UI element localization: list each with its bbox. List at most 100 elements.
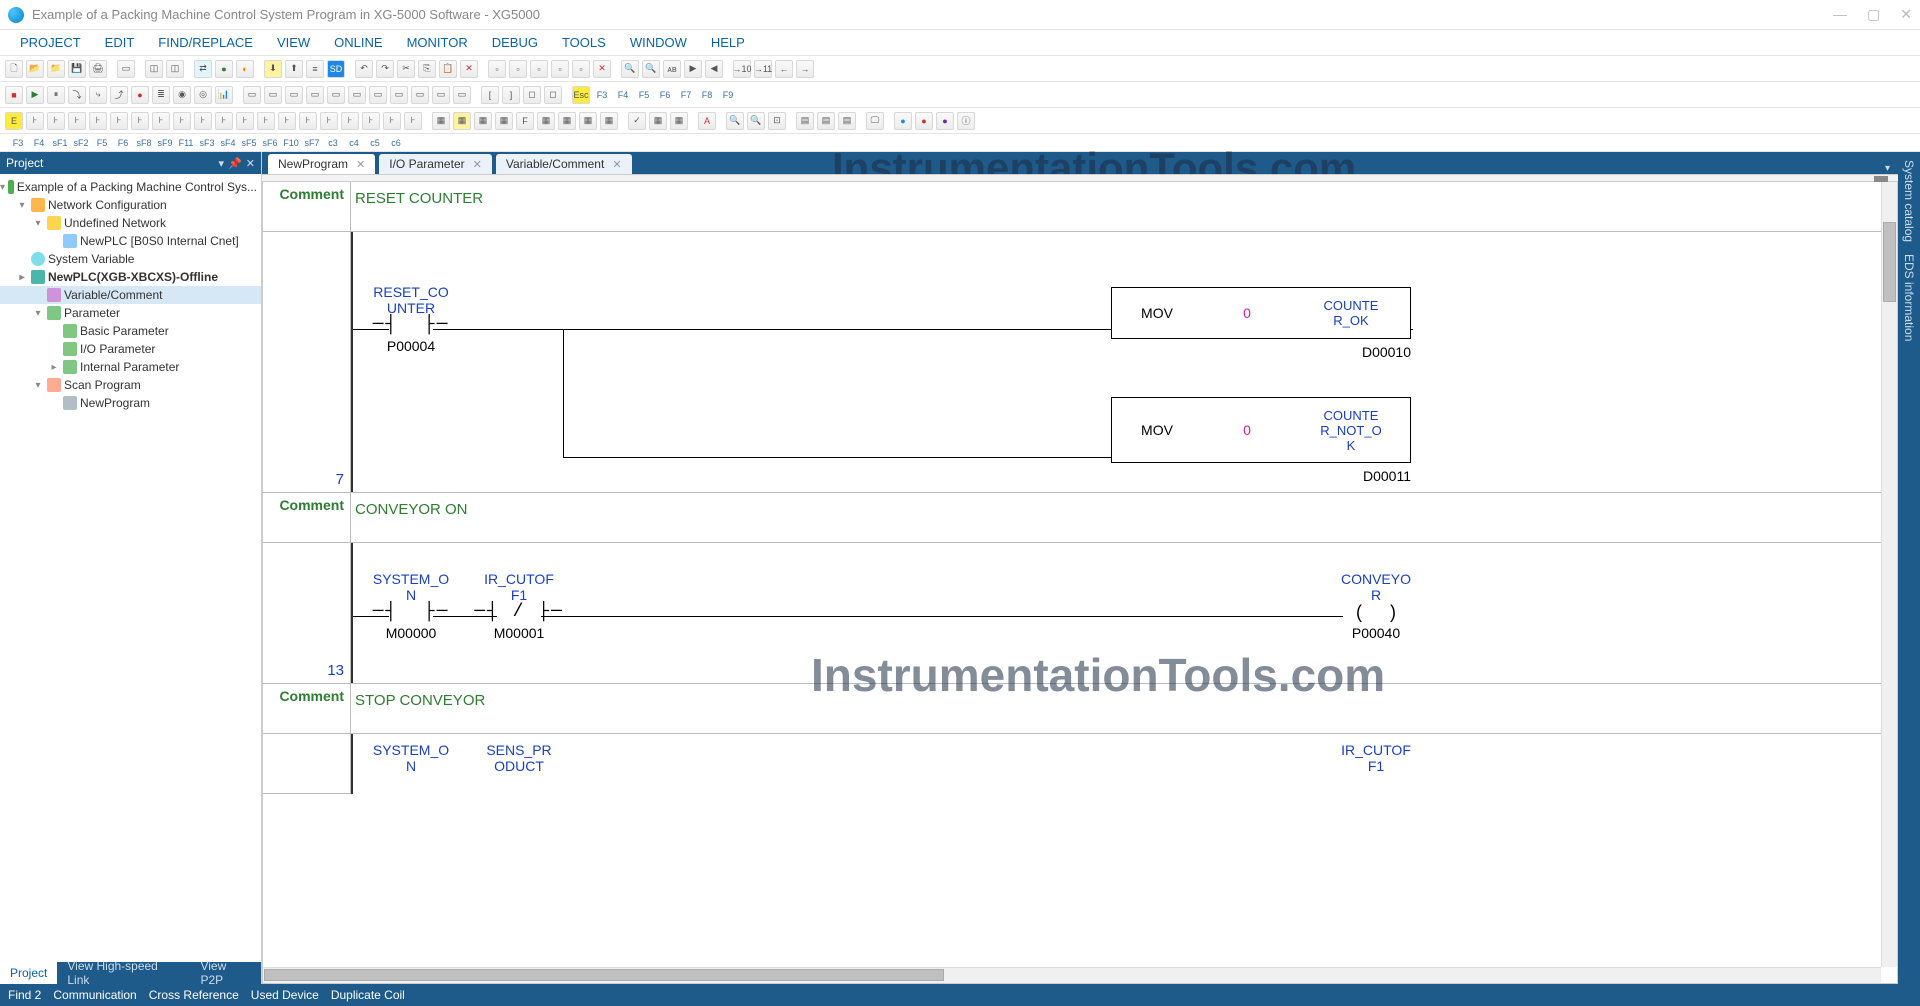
maximize-button[interactable]: ▢: [1867, 6, 1880, 23]
contact-system-on-2[interactable]: SYSTEM_ON: [361, 742, 461, 774]
win2-icon[interactable]: ▭: [264, 86, 282, 104]
tab-p2p[interactable]: View P2P: [190, 962, 261, 984]
win10-icon[interactable]: ▭: [432, 86, 450, 104]
block-a-icon[interactable]: ▫: [488, 60, 506, 78]
coil-conveyor[interactable]: CONVEYOR P00040: [1331, 571, 1421, 641]
tree-sys-var[interactable]: System Variable: [0, 250, 261, 268]
monitor-icon[interactable]: 🖵: [866, 112, 884, 130]
undo-icon[interactable]: ↶: [355, 60, 373, 78]
tab-ioparameter[interactable]: I/O Parameter✕: [379, 154, 492, 174]
menu-help[interactable]: HELP: [701, 33, 755, 52]
ladder-tool-13-icon[interactable]: ⊦: [299, 112, 317, 130]
debug-play-icon[interactable]: ▶: [26, 86, 44, 104]
menu-findreplace[interactable]: FIND/REPLACE: [148, 33, 263, 52]
tree-plc[interactable]: ▸NewPLC(XGB-XBCXS)-Offline: [0, 268, 261, 286]
debug-stop-icon[interactable]: ■: [5, 86, 23, 104]
win6-icon[interactable]: ▭: [348, 86, 366, 104]
ladder-tool-7-icon[interactable]: ⊦: [173, 112, 191, 130]
status-find2[interactable]: Find 2: [8, 988, 41, 1002]
tree-undef-net[interactable]: ▾Undefined Network: [0, 214, 261, 232]
rung1-canvas[interactable]: RESET_COUNTER ─┤ ├─ P00004: [351, 232, 1881, 492]
ladder-tool-0-icon[interactable]: ⊦: [26, 112, 44, 130]
arrow-left-icon[interactable]: ←: [775, 60, 793, 78]
win9-icon[interactable]: ▭: [411, 86, 429, 104]
ladder-tool-14-icon[interactable]: ⊦: [320, 112, 338, 130]
box2-icon[interactable]: ◻: [544, 86, 562, 104]
ladder-tool-6-icon[interactable]: ⊦: [152, 112, 170, 130]
menu-project[interactable]: PROJECT: [10, 33, 91, 52]
win8-icon[interactable]: ▭: [390, 86, 408, 104]
vertical-scrollbar[interactable]: [1881, 182, 1897, 967]
tab-project[interactable]: Project: [0, 962, 57, 984]
table-icon[interactable]: ▤: [838, 112, 856, 130]
view-i-icon[interactable]: ▦: [600, 112, 618, 130]
block-x-icon[interactable]: ✕: [593, 60, 611, 78]
tree-new-program[interactable]: NewProgram: [0, 394, 261, 412]
ladder-tool-11-icon[interactable]: ⊦: [257, 112, 275, 130]
contact-reset-counter[interactable]: RESET_COUNTER ─┤ ├─ P00004: [361, 284, 461, 354]
view-d-icon[interactable]: ▦: [495, 112, 513, 130]
close-tab-icon[interactable]: ✕: [356, 158, 365, 171]
ladder-editor[interactable]: Comment RESET COUNTER 7 RESET_COUNTER ─┤…: [262, 182, 1898, 984]
fbox-mov-counter-ok[interactable]: MOV 0 COUNTER_OK: [1111, 287, 1411, 339]
ladder-tool-16-icon[interactable]: ⊦: [362, 112, 380, 130]
view-b-icon[interactable]: ▦: [453, 112, 471, 130]
save-icon[interactable]: 💾: [68, 60, 86, 78]
status-xref[interactable]: Cross Reference: [149, 988, 239, 1002]
win3-icon[interactable]: ▭: [285, 86, 303, 104]
open-icon[interactable]: 📂: [26, 60, 44, 78]
abc-icon[interactable]: A: [698, 112, 716, 130]
panel-dropdown-icon[interactable]: ▾: [219, 157, 225, 170]
ladder-tool-4-icon[interactable]: ⊦: [110, 112, 128, 130]
menu-debug[interactable]: DEBUG: [482, 33, 548, 52]
status-dup-coil[interactable]: Duplicate Coil: [331, 988, 405, 1002]
view-g-icon[interactable]: ▦: [558, 112, 576, 130]
bp-list-icon[interactable]: ≣: [152, 86, 170, 104]
ladder-tool-2-icon[interactable]: ⊦: [68, 112, 86, 130]
find2-icon[interactable]: 🔍: [642, 60, 660, 78]
replace-icon[interactable]: ᴀʙ: [663, 60, 681, 78]
tree-var-comment[interactable]: Variable/Comment: [0, 286, 261, 304]
ladder-tool-17-icon[interactable]: ⊦: [383, 112, 401, 130]
ladder-tool-15-icon[interactable]: ⊦: [341, 112, 359, 130]
redo-icon[interactable]: ↷: [376, 60, 394, 78]
panel-pin-icon[interactable]: 📌: [228, 157, 242, 170]
memory-icon[interactable]: ▤: [796, 112, 814, 130]
view-e-icon[interactable]: F: [516, 112, 534, 130]
menu-monitor[interactable]: MONITOR: [397, 33, 478, 52]
menu-view[interactable]: VIEW: [267, 33, 320, 52]
row3-esc-icon[interactable]: E: [5, 112, 23, 130]
ladder-tool-1-icon[interactable]: ⊦: [47, 112, 65, 130]
breakpoint-icon[interactable]: ●: [131, 86, 149, 104]
block-c-icon[interactable]: ▫: [530, 60, 548, 78]
new-icon[interactable]: 🗋: [5, 60, 23, 78]
tab-overflow-icon[interactable]: ▾: [1885, 163, 1890, 174]
bp-enable-icon[interactable]: ◉: [173, 86, 191, 104]
ladder-tool-8-icon[interactable]: ⊦: [194, 112, 212, 130]
zoom-fit-icon[interactable]: ⊡: [768, 112, 786, 130]
contact-sens-product[interactable]: SENS_PRODUCT: [469, 742, 569, 774]
window-icon[interactable]: ▭: [117, 60, 135, 78]
build-icon[interactable]: ▦: [649, 112, 667, 130]
tree-scan-prog[interactable]: ▾Scan Program: [0, 376, 261, 394]
rung2-canvas[interactable]: SYSTEM_ON ─┤ ├─ M00000 IR_CUTOFF1 ─┤ / ├…: [351, 543, 1881, 683]
bracket2-icon[interactable]: ]: [502, 86, 520, 104]
findnext-icon[interactable]: ▶: [684, 60, 702, 78]
compare-icon[interactable]: ≡: [306, 60, 324, 78]
connect-icon[interactable]: ⇄: [194, 60, 212, 78]
view-h-icon[interactable]: ▦: [579, 112, 597, 130]
tab-newprogram[interactable]: NewProgram✕: [268, 154, 375, 174]
panel-close-icon[interactable]: ✕: [246, 157, 255, 170]
status-used-device[interactable]: Used Device: [251, 988, 319, 1002]
tab-varcomment[interactable]: Variable/Comment✕: [496, 154, 632, 174]
check-icon[interactable]: ✓: [628, 112, 646, 130]
tab-system-catalog[interactable]: System catalog: [1902, 160, 1916, 242]
ladder-tool-12-icon[interactable]: ⊦: [278, 112, 296, 130]
coil-ir-cutoff1[interactable]: IR_CUTOFF1: [1331, 742, 1421, 774]
tree-io-param[interactable]: I/O Parameter: [0, 340, 261, 358]
tree-net-config[interactable]: ▾Network Configuration: [0, 196, 261, 214]
contact-system-on[interactable]: SYSTEM_ON ─┤ ├─ M00000: [361, 571, 461, 641]
print-icon[interactable]: 🖨: [89, 60, 107, 78]
tab-hsl[interactable]: View High-speed Link: [57, 962, 190, 984]
rung3-canvas[interactable]: SYSTEM_ON SENS_PRODUCT IR_CUTOFF1: [351, 734, 1881, 794]
